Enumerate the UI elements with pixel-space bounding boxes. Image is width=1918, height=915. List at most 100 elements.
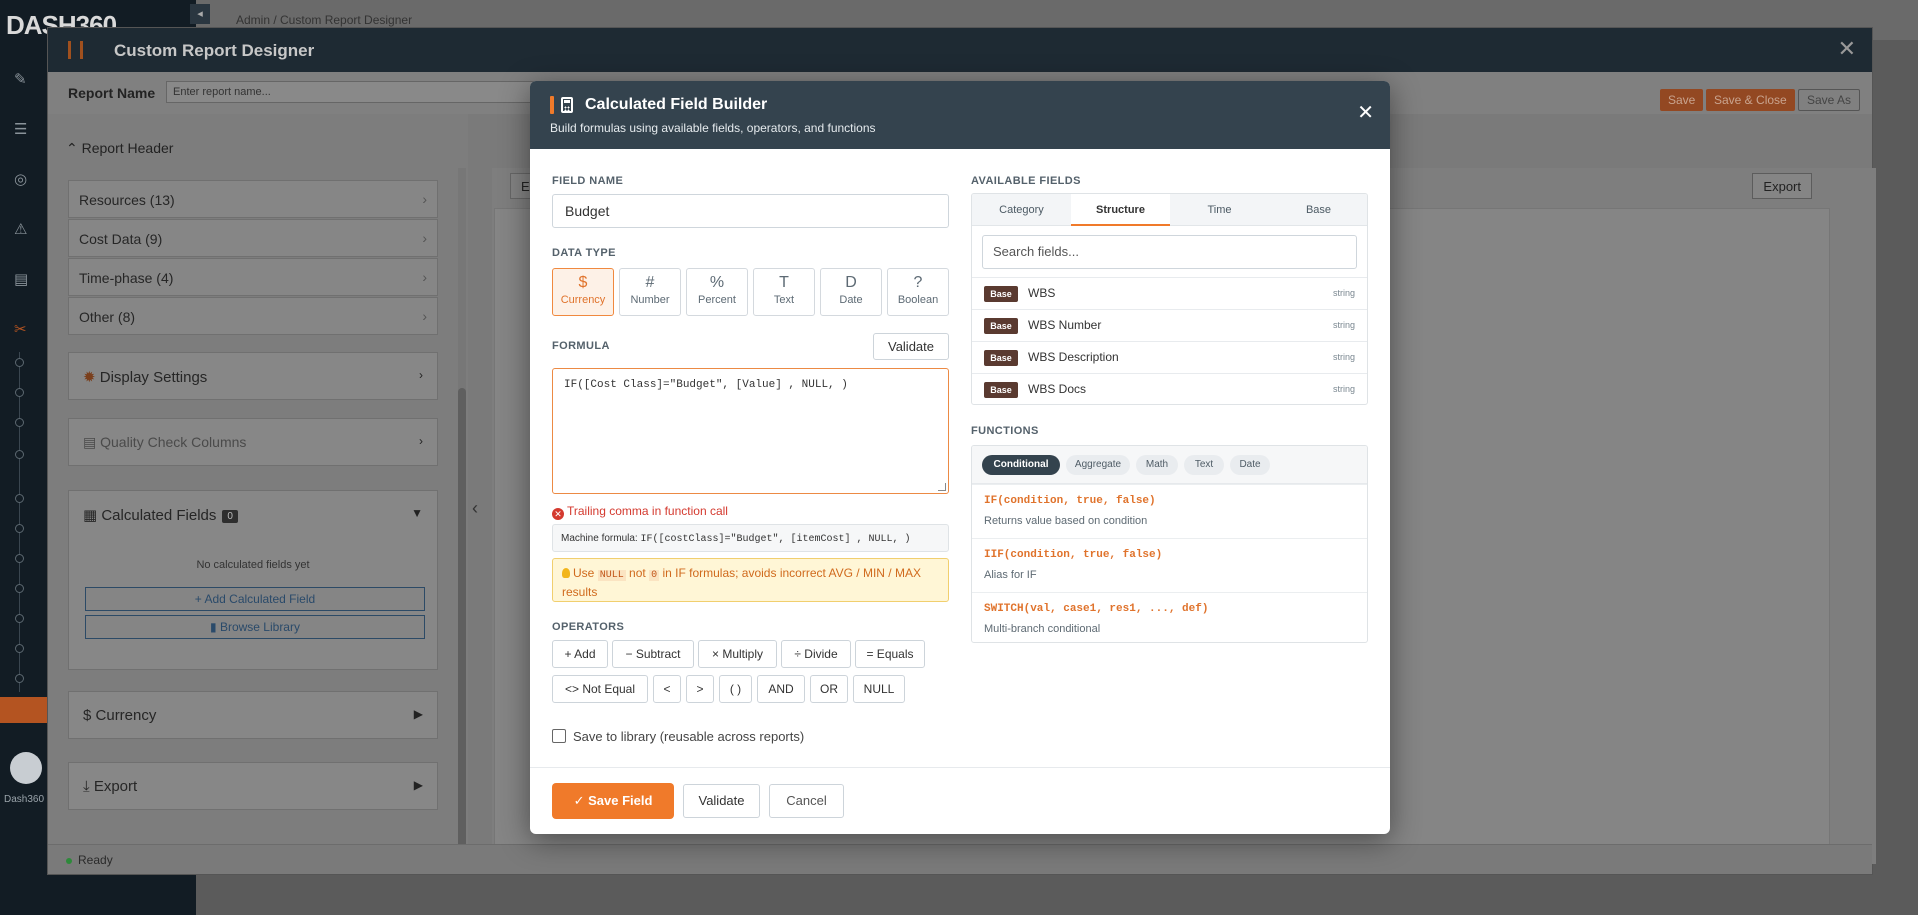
operator-subtract[interactable]: − Subtract (612, 640, 694, 668)
section-cost-data[interactable]: Cost Data (9) › (68, 219, 438, 257)
save-to-library-label[interactable]: Save to library (reusable across reports… (573, 729, 804, 744)
export-button[interactable]: Export (1752, 173, 1812, 199)
resize-handle[interactable] (938, 483, 946, 491)
operator-less-than[interactable]: < (653, 675, 681, 703)
operator-greater-than[interactable]: > (686, 675, 714, 703)
nav-tree-node (15, 614, 24, 623)
tab-aggregate[interactable]: Aggregate (1066, 455, 1130, 475)
tab-conditional[interactable]: Conditional (982, 455, 1060, 475)
formula-editor[interactable]: IF([Cost Class]="Budget", [Value] , NULL… (552, 368, 949, 494)
operator-add[interactable]: + Add (552, 640, 608, 668)
browse-library-label: Browse Library (219, 620, 300, 634)
designer-close-icon[interactable]: ✕ (1838, 36, 1856, 62)
save-to-library-checkbox[interactable] (552, 729, 566, 743)
gear-icon: ✹ (83, 369, 100, 386)
tip-code: 0 (649, 570, 660, 581)
data-type-currency[interactable]: $ Currency (552, 268, 614, 316)
add-calculated-field-button[interactable]: + Add Calculated Field (85, 587, 425, 611)
validate-button[interactable]: Validate (683, 784, 760, 818)
triangle-down-icon[interactable]: ▼ (411, 506, 423, 520)
save-button[interactable]: Save (1660, 89, 1704, 111)
field-name-input[interactable]: Budget (552, 194, 949, 228)
tab-text[interactable]: Text (1184, 455, 1224, 475)
field-badge: Base (984, 286, 1018, 302)
section-resources[interactable]: Resources (13) › (68, 180, 438, 218)
designer-grip-icon (68, 41, 92, 62)
cancel-button[interactable]: Cancel (769, 784, 844, 818)
browse-library-button[interactable]: ▮ Browse Library (85, 615, 425, 639)
currency-card[interactable]: $ Currency ▶ (68, 691, 438, 739)
error-icon: ✕ (552, 508, 564, 520)
nav-tree-node (15, 358, 24, 367)
data-type-percent[interactable]: % Percent (686, 268, 748, 316)
field-item[interactable]: Base WBS Description string (972, 341, 1367, 373)
field-name: WBS Number (1028, 318, 1102, 332)
operator-equals[interactable]: = Equals (855, 640, 925, 668)
operator-multiply[interactable]: × Multiply (698, 640, 777, 668)
document-icon[interactable]: ▤ (14, 270, 32, 288)
data-type-date[interactable]: D Date (820, 268, 882, 316)
nav-active-item[interactable] (0, 697, 48, 723)
warning-icon[interactable]: ⚠ (14, 220, 32, 238)
field-item[interactable]: Base WBS string (972, 277, 1367, 309)
data-type-boolean[interactable]: ? Boolean (887, 268, 949, 316)
edit-icon[interactable]: ✎ (14, 70, 32, 88)
list-icon[interactable]: ☰ (14, 120, 32, 138)
data-type-number[interactable]: # Number (619, 268, 681, 316)
report-header-label: Report Header (81, 140, 174, 156)
target-icon[interactable]: ◎ (14, 170, 32, 188)
tools-icon[interactable]: ✂ (14, 320, 32, 338)
export-card[interactable]: ⤓ Export ▶ (68, 762, 438, 810)
tab-structure[interactable]: Structure (1071, 194, 1170, 226)
breadcrumb[interactable]: Admin / Custom Report Designer (236, 13, 412, 27)
function-item-if[interactable]: IF(condition, true, false) Returns value … (972, 484, 1367, 538)
operator-divide[interactable]: ÷ Divide (781, 640, 851, 668)
tip-text: not (629, 566, 646, 580)
machine-formula-label: Machine formula: (561, 533, 638, 544)
operator-and[interactable]: AND (757, 675, 805, 703)
save-as-button[interactable]: Save As (1798, 89, 1861, 111)
search-fields-input[interactable]: Search fields... (982, 235, 1357, 269)
quality-check-card[interactable]: ▤ Quality Check Columns › (68, 418, 438, 466)
functions-panel: Conditional Aggregate Math Text Date IF(… (971, 445, 1368, 643)
field-item[interactable]: Base WBS Docs string (972, 373, 1367, 404)
save-close-button[interactable]: Save & Close (1706, 89, 1795, 111)
data-type-label: Number (630, 294, 670, 306)
tab-base[interactable]: Base (1269, 194, 1367, 226)
calculator-icon (561, 97, 573, 113)
nav-tree-node (15, 418, 24, 427)
designer-header: Custom Report Designer ✕ (48, 28, 1872, 72)
section-time-phase[interactable]: Time-phase (4) › (68, 258, 438, 296)
field-item[interactable]: Base WBS Number string (972, 309, 1367, 341)
formula-text: IF([Cost Class]="Budget", [Value] , NULL… (564, 379, 848, 391)
display-settings-card[interactable]: ✹ Display Settings › (68, 352, 438, 400)
avatar[interactable] (10, 752, 42, 784)
report-header-toggle[interactable]: ⌃ Report Header (66, 140, 173, 157)
calculated-fields-card: ▦ Calculated Fields 0 ▼ No calculated fie… (68, 490, 438, 670)
collapse-panel-icon[interactable]: ‹ (472, 498, 478, 519)
tip-text: Use (573, 566, 595, 580)
operator-not-equal[interactable]: <> Not Equal (552, 675, 648, 703)
percent-icon: % (709, 274, 725, 291)
scrollbar-thumb[interactable] (458, 388, 466, 848)
function-item-switch[interactable]: SWITCH(val, case1, res1, ..., def) Multi-… (972, 592, 1367, 642)
save-field-button[interactable]: ✓ Save Field (552, 783, 674, 819)
report-name-input[interactable]: Enter report name... (166, 81, 546, 103)
operator-null[interactable]: NULL (853, 675, 905, 703)
date-icon: D (845, 274, 857, 291)
section-other[interactable]: Other (8) › (68, 297, 438, 335)
modal-close-icon[interactable]: ✕ (1357, 103, 1374, 123)
tab-category[interactable]: Category (972, 194, 1071, 226)
tab-math[interactable]: Math (1136, 455, 1178, 475)
status-indicator (66, 857, 72, 864)
tab-date[interactable]: Date (1230, 455, 1270, 475)
sidebar-collapse-button[interactable]: ◂ (190, 4, 210, 24)
tab-time[interactable]: Time (1170, 194, 1269, 226)
triangle-right-icon: ▶ (413, 707, 423, 721)
data-type-label: Text (773, 294, 795, 306)
data-type-text[interactable]: T Text (753, 268, 815, 316)
operator-or[interactable]: OR (810, 675, 848, 703)
operator-parentheses[interactable]: ( ) (719, 675, 752, 703)
validate-formula-button[interactable]: Validate (873, 333, 949, 360)
function-item-iif[interactable]: IIF(condition, true, false) Alias for IF (972, 538, 1367, 592)
